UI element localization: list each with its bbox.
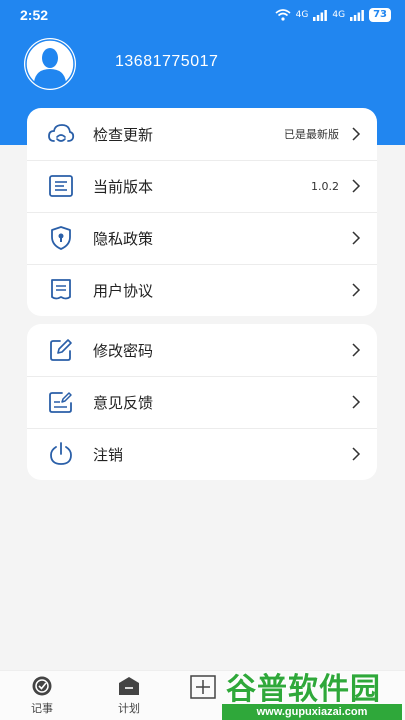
menu-item-user-agreement[interactable]: 用户协议 — [27, 264, 377, 316]
site-watermark: 谷普软件园 www.gupuxiazai.com — [222, 664, 402, 720]
agreement-doc-icon — [51, 279, 71, 300]
menu-item-label: 修改密码 — [93, 341, 154, 360]
menu-item-feedback[interactable]: 意见反馈 — [27, 376, 377, 428]
battery-indicator: 73 — [369, 8, 391, 22]
settings-card-primary: 检查更新 已是最新版 当前版本 1.0.2 隐私政策 用户协议 — [27, 108, 377, 316]
watermark-url: www.gupuxiazai.com — [222, 704, 402, 720]
menu-item-value: 已是最新版 — [284, 128, 339, 141]
menu-item-value: 1.0.2 — [311, 179, 339, 193]
shield-keyhole-icon — [51, 226, 71, 250]
signal-icon — [313, 9, 328, 21]
add-square-icon — [190, 675, 216, 699]
chevron-right-icon — [352, 179, 361, 193]
watermark-title: 谷普软件园 — [226, 672, 381, 707]
menu-item-privacy-policy[interactable]: 隐私政策 — [27, 212, 377, 264]
user-phone: 13681775017 — [115, 53, 219, 70]
menu-item-label: 隐私政策 — [93, 229, 154, 248]
menu-item-logout[interactable]: 注销 — [27, 428, 377, 480]
chevron-right-icon — [352, 395, 361, 409]
signal-icon — [350, 9, 364, 21]
status-bar: 2:52 4G 4G 73 — [0, 0, 405, 30]
settings-card-account: 修改密码 意见反馈 注销 — [27, 324, 377, 480]
cloud-refresh-icon — [48, 124, 75, 142]
document-list-icon — [49, 175, 73, 197]
signal-label-1: 4G — [295, 10, 309, 20]
tab-plan[interactable]: 计划 — [104, 675, 154, 716]
menu-item-change-password[interactable]: 修改密码 — [27, 324, 377, 376]
chevron-right-icon — [352, 283, 361, 297]
nav-label: 记事 — [31, 702, 53, 715]
notes-icon — [32, 676, 52, 696]
nav-label: 计划 — [118, 702, 140, 715]
signal-label-2: 4G — [332, 10, 346, 20]
tab-notes[interactable]: 记事 — [17, 675, 67, 716]
status-icons: 4G 4G 73 — [275, 8, 391, 22]
power-icon — [50, 442, 72, 465]
menu-item-check-update[interactable]: 检查更新 已是最新版 — [27, 108, 377, 160]
chevron-right-icon — [352, 447, 361, 461]
avatar[interactable] — [24, 38, 76, 90]
menu-item-current-version[interactable]: 当前版本 1.0.2 — [27, 160, 377, 212]
chevron-right-icon — [352, 231, 361, 245]
feedback-edit-icon — [49, 392, 72, 413]
plan-icon — [119, 677, 139, 695]
menu-item-label: 当前版本 — [93, 177, 154, 196]
chevron-right-icon — [352, 127, 361, 141]
menu-item-label: 注销 — [93, 445, 124, 464]
menu-item-label: 意见反馈 — [93, 393, 154, 412]
menu-item-label: 用户协议 — [93, 281, 154, 300]
tab-add[interactable] — [178, 675, 228, 699]
edit-pencil-icon — [50, 339, 72, 361]
status-time: 2:52 — [20, 7, 49, 23]
wifi-icon — [275, 9, 291, 21]
user-silhouette-icon — [25, 39, 75, 89]
menu-item-label: 检查更新 — [93, 125, 154, 144]
chevron-right-icon — [352, 343, 361, 357]
